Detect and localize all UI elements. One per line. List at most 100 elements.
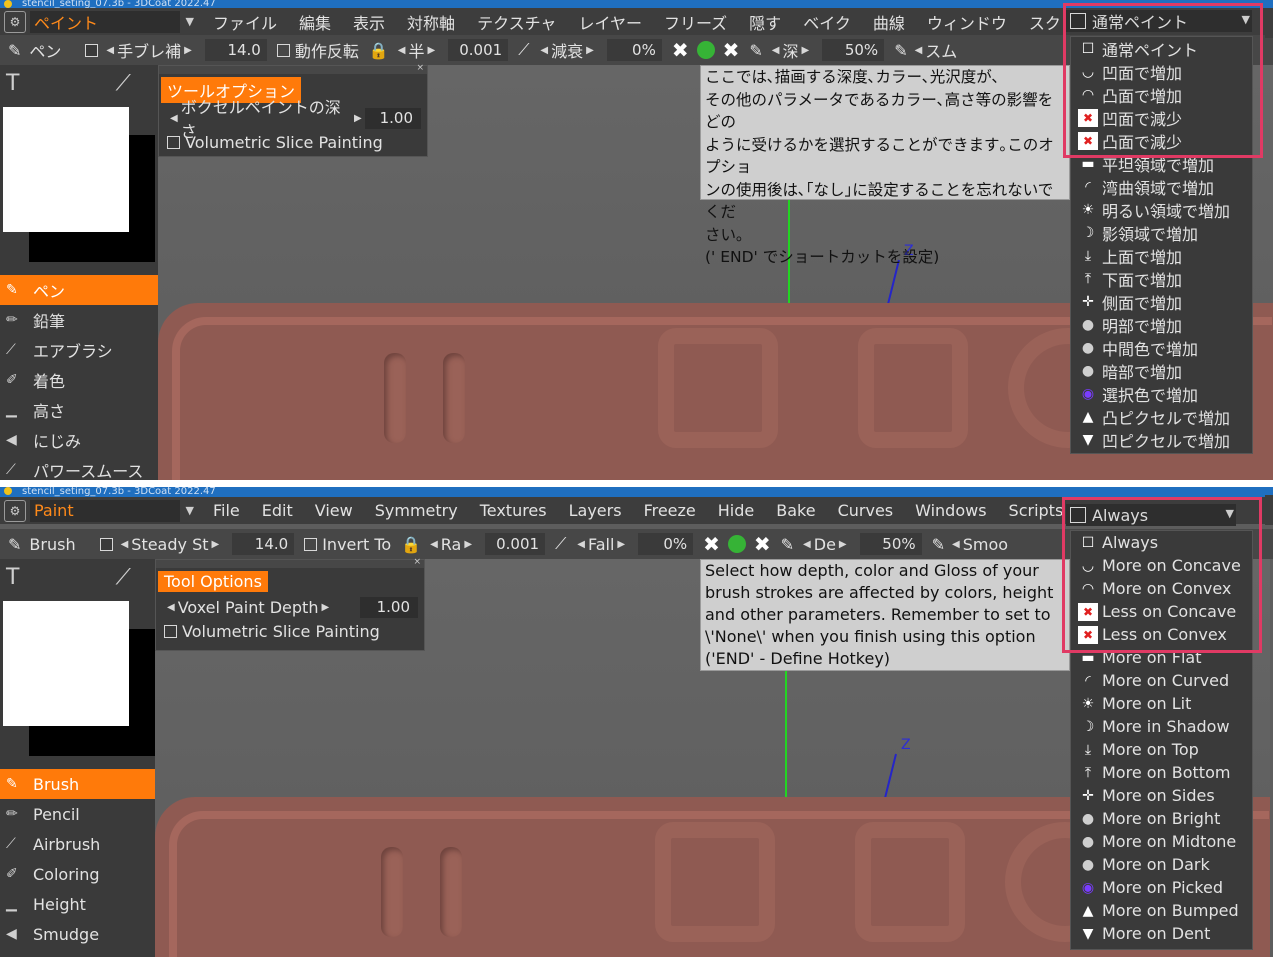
- menu-item[interactable]: Freeze: [633, 501, 707, 520]
- tri-left-icon[interactable]: ◀: [121, 539, 129, 550]
- menu-item[interactable]: ファイル: [202, 10, 288, 34]
- steady-toggle[interactable]: ◀ 手ブレ補 ▶: [85, 38, 194, 62]
- dropdown-option[interactable]: ☽ 影領域で増加: [1071, 221, 1252, 244]
- invert-checkbox[interactable]: [276, 43, 290, 57]
- tool-item[interactable]: ◀ にじみ: [0, 425, 158, 455]
- voxel-depth-row[interactable]: ◀ Voxel Paint Depth ▶ 1.00: [156, 595, 424, 619]
- tri-right-icon[interactable]: ▶: [428, 45, 436, 56]
- menu-item[interactable]: ベイク: [792, 10, 862, 34]
- radius-value[interactable]: 0.001: [485, 533, 546, 555]
- menu-item[interactable]: Curves: [827, 501, 905, 520]
- tri-left-icon[interactable]: ◀: [915, 45, 923, 56]
- tri-left-icon[interactable]: ◀: [952, 539, 960, 550]
- tri-right-icon[interactable]: ▶: [321, 602, 329, 613]
- dropdown-option[interactable]: ⤒ 下面で増加: [1071, 267, 1252, 290]
- tool-item[interactable]: ✎ ペン: [0, 275, 158, 305]
- dropdown-option[interactable]: ▲ 凸ピクセルで増加: [1071, 405, 1252, 428]
- text-tool-icon[interactable]: T: [6, 565, 19, 590]
- voxel-depth-row[interactable]: ◀ ボクセルペイントの深さ ▶ 1.00: [159, 98, 427, 141]
- smooth-control[interactable]: ✎ ◀ スム: [894, 38, 957, 62]
- menu-item[interactable]: 表示: [342, 10, 396, 34]
- dropdown-option[interactable]: ▼ 凹ピクセルで増加: [1071, 428, 1252, 451]
- menu-item[interactable]: Layers: [558, 501, 633, 520]
- menu-item[interactable]: フリーズ: [653, 10, 738, 34]
- tri-right-icon[interactable]: ▶: [464, 539, 472, 550]
- dropdown-option[interactable]: ⤓ More on Top: [1071, 738, 1252, 761]
- tri-left-icon[interactable]: ◀: [540, 45, 548, 56]
- dropdown-option[interactable]: ☀ 明るい領域で増加: [1071, 198, 1252, 221]
- dropdown-option[interactable]: ✛ 側面で増加: [1071, 290, 1252, 313]
- dropdown-option[interactable]: ◉ More on Picked: [1071, 876, 1252, 899]
- radius-value[interactable]: 0.001: [448, 39, 509, 61]
- smooth-control[interactable]: ✎ ◀ Smoo: [932, 535, 1008, 554]
- tool-item[interactable]: ✐ Coloring: [0, 859, 155, 889]
- tri-left-icon[interactable]: ◀: [430, 539, 438, 550]
- room-icon[interactable]: ⚙: [4, 10, 26, 33]
- tri-left-icon[interactable]: ◀: [167, 602, 175, 613]
- volumetric-row[interactable]: Volumetric Slice Painting: [156, 619, 424, 643]
- tool-item[interactable]: ⟋Power-smooth: [0, 949, 155, 957]
- dropdown-option[interactable]: ◉ 選択色で増加: [1071, 382, 1252, 405]
- close-icon[interactable]: ×: [413, 557, 421, 567]
- tool-item[interactable]: ✏ Pencil: [0, 799, 155, 829]
- depth-value[interactable]: 50%: [822, 39, 885, 61]
- tri-left-icon[interactable]: ◀: [772, 45, 780, 56]
- tool-item[interactable]: ✐ 着色: [0, 365, 158, 395]
- falloff-value[interactable]: 0%: [606, 39, 662, 61]
- tri-right-icon[interactable]: ▶: [354, 113, 362, 124]
- menu-item[interactable]: レイヤー: [567, 10, 653, 34]
- depth-control[interactable]: ✎ ◀ De ▶: [781, 535, 850, 554]
- tool-item[interactable]: ⟋ エアブラシ: [0, 335, 158, 365]
- tri-left-icon[interactable]: ◀: [398, 45, 406, 56]
- dropdown-option[interactable]: ◜ More on Curved: [1071, 669, 1252, 692]
- brush-tool[interactable]: ✎ Brush: [8, 535, 76, 554]
- tri-left-icon[interactable]: ◀: [803, 539, 811, 550]
- dropdown-option[interactable]: ▲ More on Bumped: [1071, 899, 1252, 922]
- volumetric-checkbox[interactable]: [164, 624, 177, 638]
- menu-item[interactable]: 曲線: [862, 10, 916, 34]
- dropdown-option[interactable]: ◜ 湾曲領域で増加: [1071, 175, 1252, 198]
- dropdown-option[interactable]: ✛ More on Sides: [1071, 784, 1252, 807]
- menu-item[interactable]: 編集: [288, 10, 342, 34]
- voxel-depth-value[interactable]: 1.00: [364, 107, 421, 129]
- tri-right-icon[interactable]: ▶: [839, 539, 847, 550]
- steady-toggle[interactable]: ◀ Steady St ▶: [99, 535, 223, 554]
- tri-left-icon[interactable]: ◀: [170, 113, 178, 124]
- volumetric-row[interactable]: Volumetric Slice Painting: [159, 130, 427, 154]
- color-circle[interactable]: [727, 535, 746, 553]
- close-icon[interactable]: ×: [416, 63, 424, 73]
- dropdown-option[interactable]: ⤓ 上面で増加: [1071, 244, 1252, 267]
- foreground-color-swatch[interactable]: [3, 601, 129, 726]
- dropdown-option[interactable]: ▼ More on Dent: [1071, 922, 1252, 945]
- tool-item[interactable]: ✏ 鉛筆: [0, 305, 158, 335]
- invert-toggle[interactable]: Invert To: [304, 535, 391, 554]
- falloff-control[interactable]: ⟋ ◀ Fall ▶: [555, 534, 628, 554]
- menu-item[interactable]: Windows: [904, 501, 997, 520]
- tri-right-icon[interactable]: ▶: [586, 45, 594, 56]
- menu-item[interactable]: 隠す: [738, 10, 792, 34]
- steady-checkbox[interactable]: [99, 537, 113, 551]
- tri-left-icon[interactable]: ◀: [106, 45, 114, 56]
- lock-icon[interactable]: 🔒: [369, 41, 389, 60]
- tri-right-icon[interactable]: ▶: [184, 45, 192, 56]
- lock-icon[interactable]: 🔒: [401, 535, 421, 554]
- room-icon[interactable]: ⚙: [4, 499, 26, 522]
- dropdown-option[interactable]: ● 暗部で増加: [1071, 359, 1252, 382]
- text-tool-icon[interactable]: T: [6, 71, 19, 96]
- falloff-value[interactable]: 0%: [638, 533, 694, 555]
- dropdown-option[interactable]: ☽ More in Shadow: [1071, 715, 1252, 738]
- foreground-color-swatch[interactable]: [3, 107, 129, 232]
- dropdown-option[interactable]: ⤒ More on Bottom: [1071, 761, 1252, 784]
- steady-checkbox[interactable]: [85, 43, 99, 57]
- menu-item[interactable]: Bake: [765, 501, 826, 520]
- invert-toggle[interactable]: 動作反転: [276, 38, 359, 62]
- color-circle[interactable]: [696, 41, 715, 59]
- brush-icon[interactable]: ⟋: [115, 565, 130, 590]
- room-select[interactable]: Paint ▼: [30, 499, 194, 522]
- dropdown-option[interactable]: ● 中間色で増加: [1071, 336, 1252, 359]
- radius-control[interactable]: 🔒 ◀ Ra ▶: [401, 535, 475, 554]
- dropdown-option[interactable]: ☀ More on Lit: [1071, 692, 1252, 715]
- brush-tool[interactable]: ✎ ペン: [8, 38, 61, 62]
- tool-item[interactable]: ✎ Brush: [0, 769, 155, 799]
- dropdown-option[interactable]: ● More on Bright: [1071, 807, 1252, 830]
